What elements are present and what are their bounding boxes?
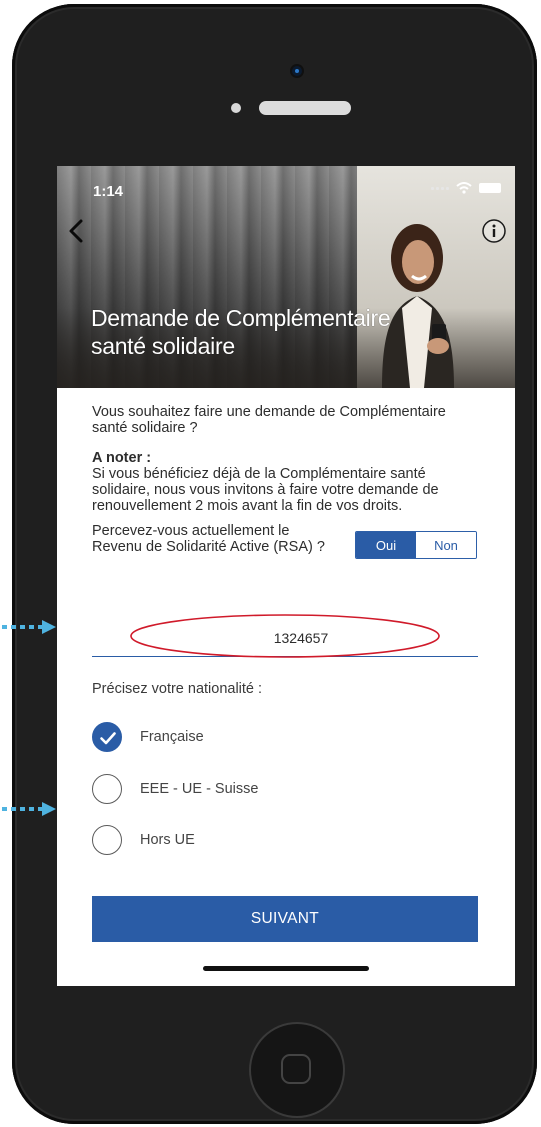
toggle-no[interactable]: Non [416,532,476,558]
rsa-number-field[interactable] [92,620,496,657]
page-title: Demande de Complémentaire santé solidair… [91,304,491,360]
proximity-sensor [231,103,241,113]
app-screen: 1:14 Demande de Complémentaire santé sol… [57,166,515,986]
check-icon [92,722,122,752]
earpiece-speaker [259,101,351,115]
form-content: Vous souhaitez faire une demande de Comp… [92,404,480,568]
radio-option-francaise[interactable]: Française [92,721,204,753]
rsa-question-row: Percevez-vous actuellement le Revenu de … [92,523,480,568]
home-indicator [203,966,369,971]
header-banner: 1:14 Demande de Complémentaire santé sol… [57,166,515,388]
status-time: 1:14 [93,183,124,200]
radio-option-eee[interactable]: EEE - UE - Suisse [92,773,258,805]
rsa-question: Percevez-vous actuellement le Revenu de … [92,523,325,555]
status-icons [431,182,501,194]
wifi-icon [456,182,472,194]
home-button[interactable] [251,1024,343,1116]
front-camera [292,66,302,76]
next-button[interactable]: SUIVANT [92,896,478,942]
rsa-number-input[interactable] [92,620,496,656]
radio-label: Française [140,729,204,745]
radio-label: EEE - UE - Suisse [140,781,259,797]
nationality-label: Précisez votre nationalité : [92,681,263,697]
page-title-line2: santé solidaire [91,333,235,359]
rsa-toggle[interactable]: Oui Non [355,531,477,559]
toggle-yes[interactable]: Oui [356,532,416,558]
signal-icon [431,186,449,190]
back-chevron-icon[interactable] [65,218,89,244]
radio-circle-icon [92,774,122,804]
radio-label: Hors UE [140,832,195,848]
note-title: A noter : [92,450,152,466]
info-icon[interactable] [481,218,507,244]
radio-circle-icon [92,825,122,855]
page-title-line1: Demande de Complémentaire [91,305,391,331]
intro-text: Vous souhaitez faire une demande de Comp… [92,404,446,436]
note-text: Si vous bénéficiez déjà de la Complément… [92,466,439,514]
battery-icon [479,183,501,193]
radio-option-hors-ue[interactable]: Hors UE [92,824,195,856]
